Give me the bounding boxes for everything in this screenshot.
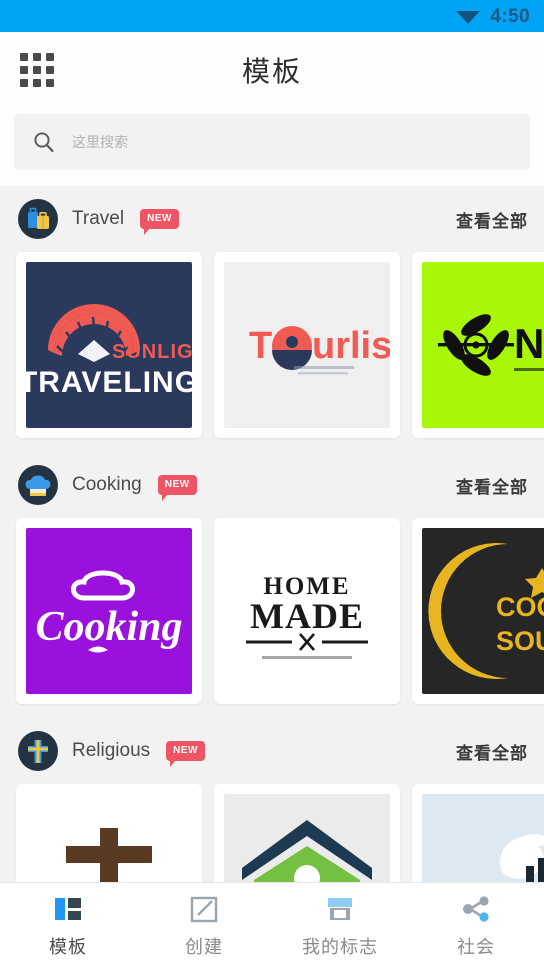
share-network-icon	[463, 895, 489, 922]
svg-text:SUNLIGHT: SUNLIGHT	[112, 341, 192, 363]
svg-text:SOU: SOU	[496, 626, 544, 656]
see-all-link[interactable]: 查看全部	[456, 473, 528, 498]
template-card[interactable]: T urlist	[214, 252, 400, 438]
cross-icon	[18, 731, 58, 771]
chef-hat-icon	[18, 465, 58, 505]
svg-text:Cooking: Cooking	[35, 604, 182, 650]
search-icon	[34, 132, 54, 153]
category-name: Travel	[72, 208, 125, 229]
see-all-link[interactable]: 查看全部	[456, 207, 528, 232]
search-bar[interactable]	[14, 114, 530, 170]
template-card[interactable]: Cooking	[16, 518, 202, 704]
nav-tab-templates[interactable]: 模板	[0, 893, 136, 959]
wifi-icon	[456, 11, 481, 24]
template-card[interactable]: Na	[412, 252, 544, 438]
nav-tab-create[interactable]: 创建	[136, 893, 272, 959]
svg-text:TRAVELING: TRAVELING	[26, 366, 192, 399]
new-badge: NEW	[140, 209, 179, 235]
new-badge: NEW	[166, 741, 205, 767]
nav-label: 我的标志	[302, 936, 378, 957]
nav-label: 社会	[457, 936, 495, 957]
section-header-religious: Religious NEW 查看全部	[0, 718, 544, 784]
pencil-square-icon	[190, 896, 218, 922]
svg-text:Na: Na	[514, 320, 544, 367]
category-name: Religious	[72, 740, 151, 761]
my-logos-icon	[328, 897, 352, 920]
grid-menu-icon[interactable]	[20, 53, 54, 87]
template-sections: Travel NEW 查看全部 SUNLIG TRAVELING T urlis…	[0, 186, 544, 968]
section-header-travel: Travel NEW 查看全部	[0, 186, 544, 252]
cooking-purple-template[interactable]: Cooking	[26, 528, 192, 694]
svg-text:T: T	[249, 325, 272, 367]
search-container	[0, 108, 544, 186]
tourlist-template[interactable]: T urlist	[224, 262, 390, 428]
template-card[interactable]: HOME MADE	[214, 518, 400, 704]
card-row-travel[interactable]: SUNLIGHT TRAVELING T urlist	[0, 252, 544, 452]
nav-tab-my-logos[interactable]: 我的标志	[272, 893, 408, 959]
cook-soup-template[interactable]: COO SOU	[422, 528, 544, 694]
nav-label: 创建	[185, 936, 223, 957]
layout-template-icon	[55, 897, 81, 920]
app-bar: 模板	[0, 32, 544, 108]
card-row-cooking[interactable]: Cooking HOME MADE CO SO	[0, 518, 544, 718]
nav-label: 模板	[49, 936, 87, 957]
svg-text:MADE: MADE	[250, 596, 364, 636]
svg-text:urlist: urlist	[312, 325, 390, 367]
home-made-template[interactable]: HOME MADE	[224, 528, 390, 694]
bottom-navigation: 模板 创建 我的标志 社会	[0, 882, 544, 968]
nature-green-template[interactable]: Na	[422, 262, 544, 428]
sunlight-traveling-template[interactable]: SUNLIGHT TRAVELING	[26, 262, 192, 428]
section-header-cooking: Cooking NEW 查看全部	[0, 452, 544, 518]
status-bar: 4:50	[0, 0, 544, 32]
page-title: 模板	[241, 56, 302, 87]
template-card[interactable]: COO SOU	[412, 518, 544, 704]
category-name: Cooking	[72, 474, 142, 495]
status-time: 4:50	[490, 5, 530, 27]
template-card[interactable]: SUNLIGHT TRAVELING	[16, 252, 202, 438]
travel-suitcase-icon	[18, 199, 58, 239]
svg-text:COO: COO	[496, 592, 544, 622]
see-all-link[interactable]: 查看全部	[456, 739, 528, 764]
new-badge: NEW	[157, 475, 197, 501]
search-input[interactable]	[72, 114, 512, 170]
nav-tab-social[interactable]: 社会	[408, 893, 544, 959]
app-screen: 4:50 模板 这里搜索 Travel NEW 查看全部 SUNLIG TRAV…	[0, 0, 544, 968]
